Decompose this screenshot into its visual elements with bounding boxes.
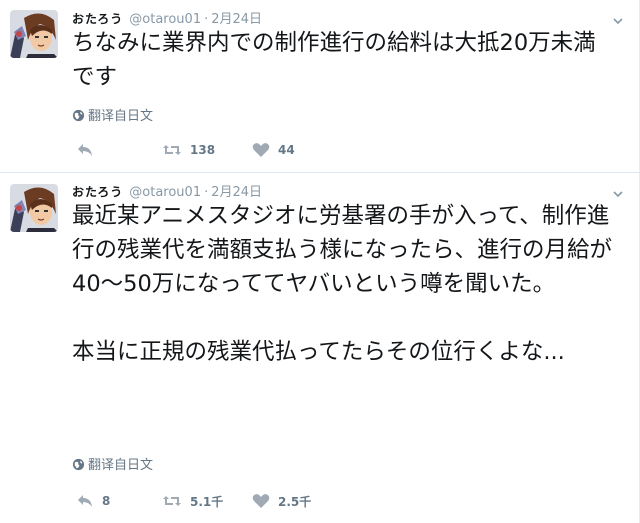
reply-icon [78,144,92,156]
heart-icon [252,494,270,508]
retweet-count: 138 [190,143,216,157]
tweet-date[interactable]: 2月24日 [211,185,262,200]
author-handle[interactable]: @otarou01 [129,185,201,200]
like-count: 2.5千 [278,494,312,509]
tweet[interactable]: おたろう @otarou01 · 2月24日 最近某アニメスタジオに労基署の手が入って… [0,172,640,523]
tweet-text: 最近某アニメスタジオに労基署の手が入って、制作進行の残業代を満額支払う様になった… [72,203,613,365]
like-button[interactable]: 44 [252,140,295,160]
like-button[interactable]: 2.5千 [252,491,311,511]
translate-label: 翻译自日文 [88,109,154,124]
reply-count: 8 [102,494,111,508]
tweet-date[interactable]: 2月24日 [211,12,262,27]
author-name[interactable]: おたろう [72,185,123,199]
tweet[interactable]: おたろう @otarou01 · 2月24日 ちなみに業界内での制作進行の給料は大抵2… [0,0,640,172]
retweet-button[interactable]: 138 [162,140,215,160]
retweet-count: 5.1千 [190,494,224,509]
translate-label: 翻译自日文 [88,458,154,473]
reply-button[interactable]: 8 [76,491,110,511]
like-count: 44 [278,143,295,157]
chevron-down-icon[interactable] [612,12,624,25]
tweet-actions: 138 44 [72,140,372,160]
separator-dot: · [204,12,209,27]
translate-link[interactable]: 翻译自日文 [72,107,153,127]
separator-dot: · [204,185,209,200]
retweet-icon [163,145,181,155]
author-handle[interactable]: @otarou01 [129,12,201,27]
tweet-actions: 8 5.1千 2.5千 [72,491,372,511]
heart-icon [252,143,270,157]
author-name[interactable]: おたろう [72,12,123,26]
avatar[interactable] [10,10,58,58]
reply-button[interactable] [76,140,102,160]
tweet-text: ちなみに業界内での制作進行の給料は大抵20万未満です [72,30,596,90]
retweet-button[interactable]: 5.1千 [162,491,223,511]
avatar-illustration [10,10,58,58]
globe-icon [72,109,85,122]
tweet-feed: おたろう @otarou01 · 2月24日 ちなみに業界内での制作進行の給料は大抵2… [0,0,640,523]
avatar[interactable] [10,184,58,232]
reply-icon [78,495,92,507]
retweet-icon [163,496,181,506]
avatar-illustration [10,184,58,232]
translate-link[interactable]: 翻译自日文 [72,456,153,476]
globe-icon [72,458,85,471]
chevron-down-icon[interactable] [612,185,624,198]
